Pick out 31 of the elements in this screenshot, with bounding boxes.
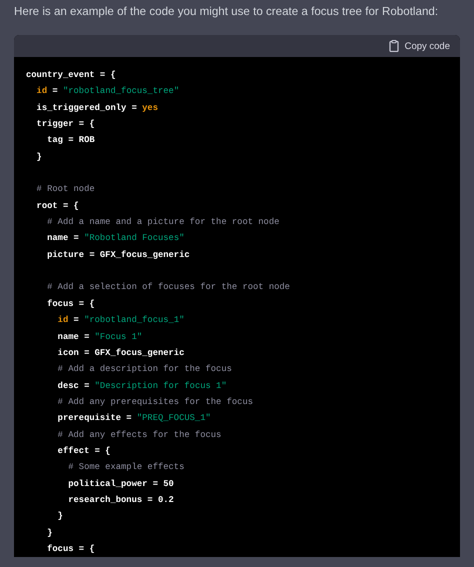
code-line: effect = { (56, 444, 110, 458)
intro-text: Here is an example of the code you might use to create a focus tree for Robotland: (14, 4, 440, 20)
code-line: # Add any prerequisites for the focus (56, 396, 253, 409)
code-line: trigger = { (36, 118, 95, 132)
code-line: desc = "Description for focus 1" (56, 380, 227, 393)
code-line: # Root node (36, 183, 95, 196)
code-line: # Add a selection of focuses for the root node (46, 281, 290, 294)
copy-code-button[interactable]: Copy code (388, 38, 450, 54)
code-line: prerequisite = "PREQ_FOCUS_1" (56, 412, 211, 426)
code-line: picture = GFX_focus_generic (46, 248, 190, 262)
code-line: name = "Focus 1" (56, 330, 142, 344)
code-line: id = "robotland_focus_1" (56, 314, 184, 328)
code-line: icon = GFX_focus_generic (56, 346, 184, 360)
code-line: country_event = { (26, 69, 116, 82)
clipboard-icon (388, 40, 399, 52)
code-line: } (36, 150, 42, 164)
code-line: name = "Robotland Focuses" (46, 232, 184, 246)
code-line: political_power = 50 (67, 478, 174, 491)
code-line: focus = { (46, 542, 95, 556)
code-line: # Add a name and a picture for the root node (46, 216, 280, 230)
code-line: focus = { (46, 298, 95, 311)
code-line: # Some example effects (67, 461, 184, 474)
code-line: is_triggered_only = yes (36, 102, 158, 115)
code-line: root = { (36, 200, 79, 213)
code-line: } (46, 526, 52, 540)
code-line: id = "robotland_focus_tree" (36, 85, 180, 98)
code-line: # Add any effects for the focus (56, 428, 222, 442)
code-line: research_bonus = 0.2 (67, 494, 174, 507)
code-line: # Add a description for the focus (56, 363, 232, 376)
code-line: } (56, 510, 63, 524)
code-line: tag = ROB (46, 134, 95, 148)
